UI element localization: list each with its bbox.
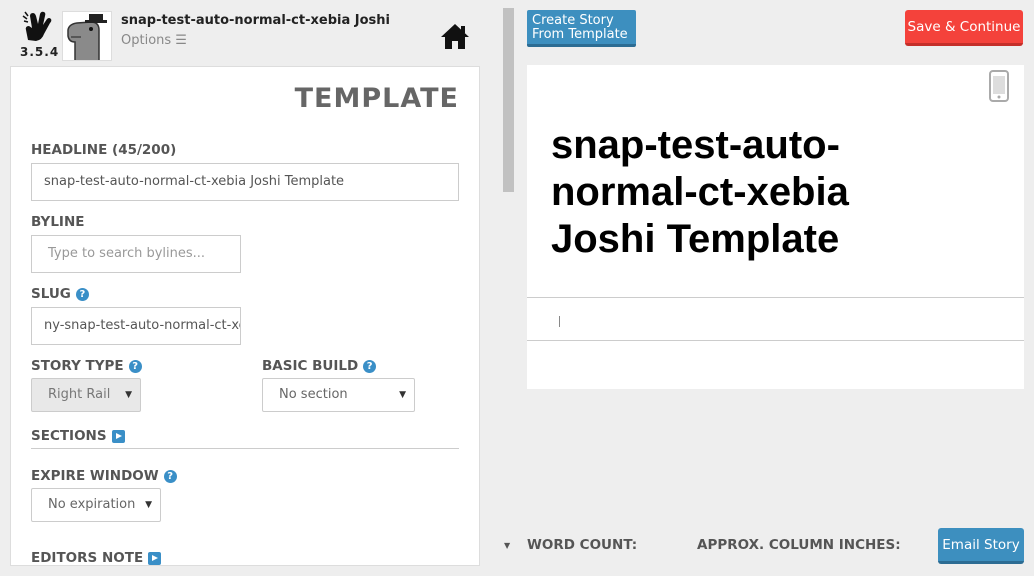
story-title: snap-test-auto-normal-ct-xebia Joshi: [121, 13, 390, 28]
expand-play-icon[interactable]: [148, 551, 162, 565]
dinosaur-avatar-icon: [63, 12, 111, 60]
word-count-label: WORD COUNT:: [527, 537, 638, 553]
divider: [31, 448, 459, 449]
expire-window-label: EXPIRE WINDOW ?: [31, 468, 177, 484]
headline-input[interactable]: snap-test-auto-normal-ct-xebia Joshi Tem…: [31, 163, 459, 201]
help-icon[interactable]: ?: [363, 359, 377, 373]
text-cursor: [559, 316, 560, 327]
help-icon[interactable]: ?: [128, 359, 142, 373]
app-version: 3.5.4: [20, 45, 60, 59]
basic-build-select[interactable]: No section ▼: [262, 378, 415, 412]
preview-divider: [527, 297, 1024, 298]
editors-note-label: EDITORS NOTE: [31, 550, 162, 565]
panel-heading: TEMPLATE: [294, 83, 459, 114]
byline-input[interactable]: Type to search bylines...: [31, 235, 241, 273]
template-form-panel: TEMPLATE HEADLINE (45/200) snap-test-aut…: [10, 66, 480, 566]
create-from-template-button[interactable]: Create Story From Template: [527, 10, 636, 47]
column-inches-label: APPROX. COLUMN INCHES:: [697, 537, 901, 553]
story-type-label: STORY TYPE ?: [31, 358, 142, 374]
sections-label[interactable]: SECTIONS: [31, 428, 125, 444]
chevron-down-icon: ▼: [145, 500, 152, 510]
story-type-select[interactable]: Right Rail ▼: [31, 378, 141, 412]
chevron-down-icon: ▼: [399, 390, 406, 400]
avatar: [62, 11, 112, 61]
snap-hand-logo-icon[interactable]: [22, 10, 52, 44]
options-menu[interactable]: Options ☰: [121, 33, 187, 48]
chevron-down-icon: ▼: [125, 390, 132, 400]
help-icon[interactable]: ?: [75, 287, 89, 301]
expire-window-select[interactable]: No expiration ▼: [31, 488, 161, 522]
scrollbar-thumb[interactable]: [503, 8, 514, 192]
byline-label: BYLINE: [31, 214, 85, 230]
headline-label: HEADLINE (45/200): [31, 142, 177, 158]
scroll-down-arrow-icon[interactable]: ▼: [504, 541, 510, 550]
preview-divider: [527, 340, 1024, 341]
email-story-button[interactable]: Email Story: [938, 528, 1024, 564]
preview-headline: snap-test-auto-normal-ct-xebia Joshi Tem…: [551, 123, 849, 261]
top-bar: 3.5.4 snap-test-auto-normal-ct-xebia Jos…: [0, 0, 500, 66]
home-icon[interactable]: [440, 22, 470, 50]
expand-play-icon[interactable]: [111, 429, 125, 443]
slug-label: SLUG ?: [31, 286, 89, 302]
mobile-preview-icon[interactable]: [988, 70, 1010, 102]
basic-build-label: BASIC BUILD ?: [262, 358, 377, 374]
slug-input[interactable]: ny-snap-test-auto-normal-ct-xebia: [31, 307, 241, 345]
save-continue-button[interactable]: Save & Continue: [905, 10, 1023, 46]
help-icon[interactable]: ?: [163, 469, 177, 483]
